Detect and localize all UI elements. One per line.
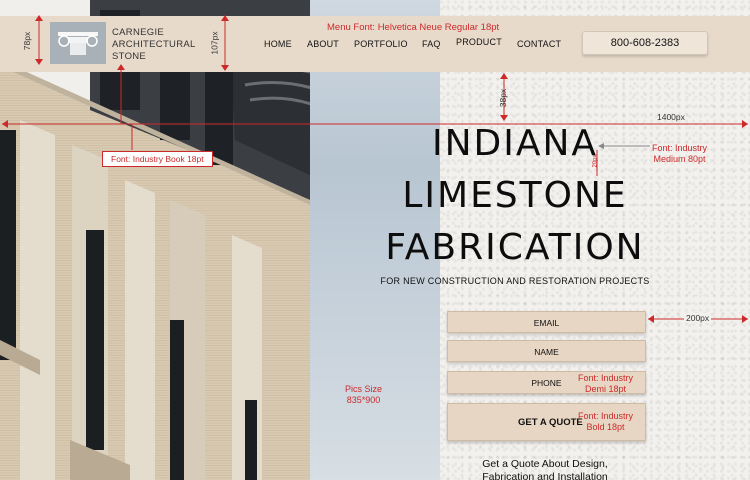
note-line: Font: Industry: [652, 143, 708, 153]
hero-subtitle: FOR NEW CONSTRUCTION AND RESTORATION PRO…: [380, 276, 650, 286]
note-line: 835*900: [346, 395, 381, 405]
medium-font-note: Font: Industry Medium 80pt: [652, 143, 707, 165]
dim-78-label: 78px: [22, 31, 33, 51]
dim-38-label: 38px: [498, 88, 509, 108]
demi-font-note: Font: Industry Demi 18pt: [578, 373, 633, 395]
nav-about[interactable]: ABOUT: [307, 39, 339, 49]
nav-portfolio[interactable]: PORTFOLIO: [354, 39, 408, 49]
bold-font-note: Font: Industry Bold 18pt: [578, 411, 633, 433]
book-font-note: Font: Industry Book 18pt: [102, 151, 213, 167]
note-line: Pics Size: [345, 384, 383, 394]
nav-contact[interactable]: CONTACT: [517, 39, 561, 49]
note-line: Font: Industry: [578, 373, 634, 383]
note-line: Font: Industry: [578, 411, 634, 421]
nav-product[interactable]: PRODUCT: [456, 37, 502, 47]
brand-line: CARNEGIE: [112, 27, 165, 38]
dim-1400-label: 1400px: [657, 112, 685, 122]
nav-faq[interactable]: FAQ: [422, 39, 441, 49]
form-tagline: Get a Quote About Design, Fabrication an…: [455, 458, 635, 480]
tagline-line: Get a Quote About Design,: [482, 458, 608, 470]
phone-button[interactable]: 800-608-2383: [582, 31, 708, 55]
pics-size-note: Pics Size 835*900: [345, 384, 382, 406]
hero-title-line: INDIANA: [431, 123, 599, 164]
menu-font-note: Menu Font: Helvetica Neue Regular 18pt: [327, 22, 500, 33]
email-field[interactable]: EMAIL: [447, 311, 646, 333]
hero-title-line: FABRICATION: [385, 227, 645, 268]
hero-title-line: LIMESTONE: [402, 175, 628, 216]
dim-200-label: 200px: [684, 313, 712, 323]
note-line: Bold 18pt: [586, 422, 625, 432]
hero-title: INDIANA LIMESTONE FABRICATION: [370, 118, 660, 274]
note-line: Medium 80pt: [653, 154, 706, 164]
dim-small-label: 20px: [592, 154, 599, 168]
tagline-line: Fabrication and Installation: [482, 471, 608, 480]
building-photo: [0, 0, 310, 480]
note-line: Demi 18pt: [585, 384, 627, 394]
name-field[interactable]: NAME: [447, 340, 646, 362]
nav-home[interactable]: HOME: [264, 39, 292, 49]
dim-107-label: 107px: [209, 31, 220, 55]
